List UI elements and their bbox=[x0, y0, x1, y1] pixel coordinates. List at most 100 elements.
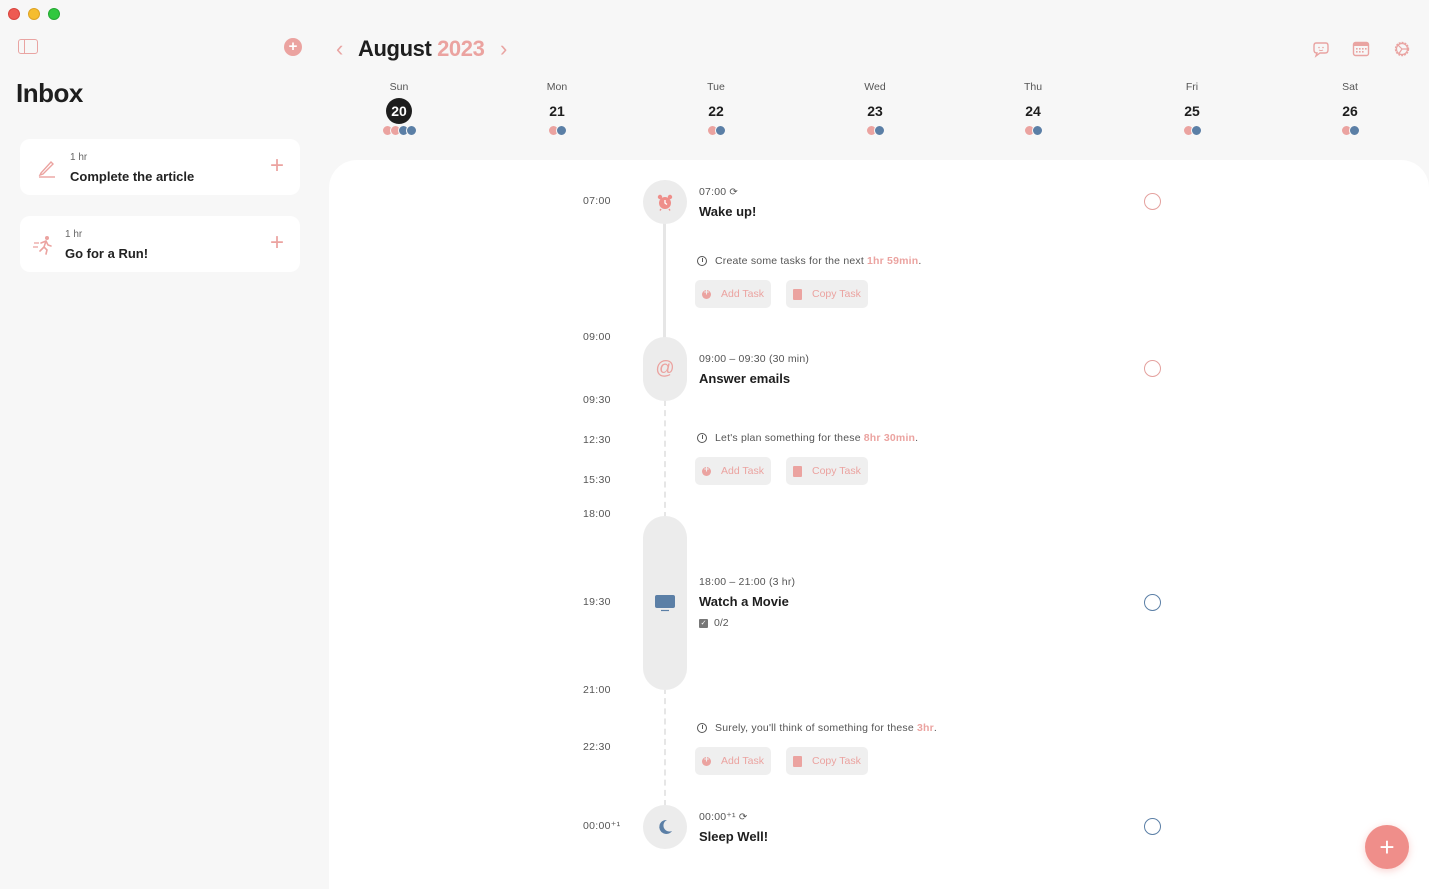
settings-icon[interactable] bbox=[1393, 40, 1411, 58]
day-tue[interactable]: Tue 22 bbox=[676, 80, 756, 136]
event-dot bbox=[873, 125, 885, 136]
week-strip: Sun 20 Mon 21 Tue 22 Wed 23 Thu 24 Fri 2… bbox=[320, 80, 1429, 142]
event-time: 09:00 – 09:30 (30 min) bbox=[699, 353, 810, 365]
copy-icon bbox=[793, 465, 802, 477]
time-label: 18:00 bbox=[583, 508, 611, 520]
next-week-button[interactable]: › bbox=[500, 36, 507, 62]
sidebar: + Inbox 1 hr Complete the article + 1 hr… bbox=[0, 0, 328, 889]
sidebar-toggle-icon[interactable] bbox=[18, 39, 38, 54]
day-fri[interactable]: Fri 25 bbox=[1152, 80, 1232, 136]
time-label: 15:30 bbox=[583, 474, 611, 486]
free-time-message: Let's plan something for these 8hr 30min… bbox=[697, 432, 918, 444]
day-sat[interactable]: Sat 26 bbox=[1310, 80, 1390, 136]
month-label: August bbox=[358, 36, 432, 61]
copy-task-button[interactable]: Copy Task bbox=[786, 747, 868, 775]
event-complete-checkbox[interactable] bbox=[1144, 193, 1161, 210]
time-label: 12:30 bbox=[583, 434, 611, 446]
day-mon[interactable]: Mon 21 bbox=[517, 80, 597, 136]
event-complete-checkbox[interactable] bbox=[1144, 360, 1161, 377]
event-icon-pill[interactable] bbox=[643, 180, 687, 224]
timeline-panel bbox=[329, 160, 1429, 889]
event-icon-pill[interactable] bbox=[643, 805, 687, 849]
day-date: 21 bbox=[549, 103, 565, 119]
copy-task-label: Copy Task bbox=[812, 755, 861, 767]
copy-task-button[interactable]: Copy Task bbox=[786, 280, 868, 308]
add-to-schedule-button[interactable]: + bbox=[270, 153, 284, 179]
free-time-suffix: . bbox=[933, 722, 938, 734]
inbox-item[interactable]: 1 hr Go for a Run! + bbox=[20, 216, 300, 272]
copy-task-button[interactable]: Copy Task bbox=[786, 457, 868, 485]
add-task-button[interactable]: Add Task bbox=[695, 747, 771, 775]
inbox-item-duration: 1 hr bbox=[65, 229, 83, 240]
day-name: Wed bbox=[864, 81, 886, 93]
event-time-text: 00:00⁺¹ bbox=[699, 811, 736, 823]
add-task-button[interactable]: Add Task bbox=[695, 280, 771, 308]
day-date: 22 bbox=[708, 103, 724, 119]
feedback-icon[interactable] bbox=[1312, 40, 1330, 58]
time-label: 00:00⁺¹ bbox=[583, 820, 621, 832]
calendar-icon[interactable] bbox=[1352, 40, 1370, 58]
day-name: Fri bbox=[1185, 81, 1199, 93]
day-wed[interactable]: Wed 23 bbox=[835, 80, 915, 136]
day-date: 23 bbox=[867, 103, 883, 119]
inbox-item-title: Complete the article bbox=[70, 169, 195, 184]
free-time-text: Create some tasks for the next bbox=[715, 255, 864, 267]
add-task-button[interactable]: Add Task bbox=[695, 457, 771, 485]
plus-circle-icon bbox=[702, 754, 711, 766]
day-event-dots bbox=[835, 125, 915, 136]
day-name: Tue bbox=[707, 81, 725, 93]
event-icon-pill[interactable]: @ bbox=[643, 337, 687, 401]
plus-circle-icon bbox=[702, 287, 711, 299]
event-complete-checkbox[interactable] bbox=[1144, 818, 1161, 835]
time-label: 09:30 bbox=[583, 394, 611, 406]
event-dot bbox=[1031, 125, 1043, 136]
day-event-dots bbox=[359, 125, 439, 136]
add-to-schedule-button[interactable]: + bbox=[270, 230, 284, 256]
clock-icon bbox=[697, 723, 707, 733]
event-icon-pill[interactable] bbox=[643, 516, 687, 690]
timeline-rail-gap bbox=[664, 400, 666, 518]
inbox-title: Inbox bbox=[16, 78, 83, 108]
day-name: Sat bbox=[1342, 81, 1358, 93]
day-event-dots bbox=[676, 125, 756, 136]
free-time-suffix: . bbox=[915, 432, 919, 444]
at-sign-icon: @ bbox=[655, 358, 675, 379]
event-dot bbox=[1348, 125, 1360, 136]
add-event-fab[interactable]: + bbox=[1365, 825, 1409, 869]
add-task-label: Add Task bbox=[721, 465, 764, 477]
time-label: 09:00 bbox=[583, 331, 611, 343]
free-time-duration: 8hr 30min bbox=[863, 432, 916, 444]
event-dot bbox=[714, 125, 726, 136]
event-title: Sleep Well! bbox=[699, 829, 769, 844]
clock-icon bbox=[697, 256, 707, 266]
subtask-count: ✓ 0/2 bbox=[699, 617, 729, 629]
time-label: 19:30 bbox=[583, 596, 611, 608]
repeat-icon: ⟳ bbox=[738, 812, 748, 823]
day-name: Mon bbox=[546, 81, 568, 93]
timeline-rail-gap bbox=[664, 688, 666, 806]
event-title: Answer emails bbox=[699, 371, 791, 386]
inbox-item[interactable]: 1 hr Complete the article + bbox=[20, 139, 300, 195]
copy-task-label: Copy Task bbox=[812, 288, 861, 300]
month-title: August 2023 bbox=[358, 36, 485, 62]
subtask-count-text: 0/2 bbox=[714, 617, 729, 629]
event-time-text: 07:00 bbox=[699, 186, 727, 198]
copy-task-label: Copy Task bbox=[812, 465, 861, 477]
event-complete-checkbox[interactable] bbox=[1144, 594, 1161, 611]
add-inbox-item-button[interactable]: + bbox=[284, 38, 302, 56]
day-thu[interactable]: Thu 24 bbox=[993, 80, 1073, 136]
alarm-clock-icon bbox=[657, 194, 673, 211]
free-time-duration: 3hr bbox=[916, 722, 934, 734]
event-dot bbox=[1190, 125, 1202, 136]
event-title: Watch a Movie bbox=[699, 594, 789, 609]
previous-week-button[interactable]: ‹ bbox=[336, 36, 343, 62]
moon-icon bbox=[659, 819, 672, 834]
pencil-icon bbox=[38, 160, 55, 178]
plus-circle-icon bbox=[702, 464, 711, 476]
inbox-item-duration: 1 hr bbox=[70, 152, 88, 163]
add-task-label: Add Task bbox=[721, 755, 764, 767]
event-dot bbox=[405, 125, 417, 136]
day-date: 26 bbox=[1342, 103, 1358, 119]
day-sun[interactable]: Sun 20 bbox=[359, 80, 439, 136]
event-time: 00:00⁺¹ ⟳ bbox=[699, 811, 747, 823]
